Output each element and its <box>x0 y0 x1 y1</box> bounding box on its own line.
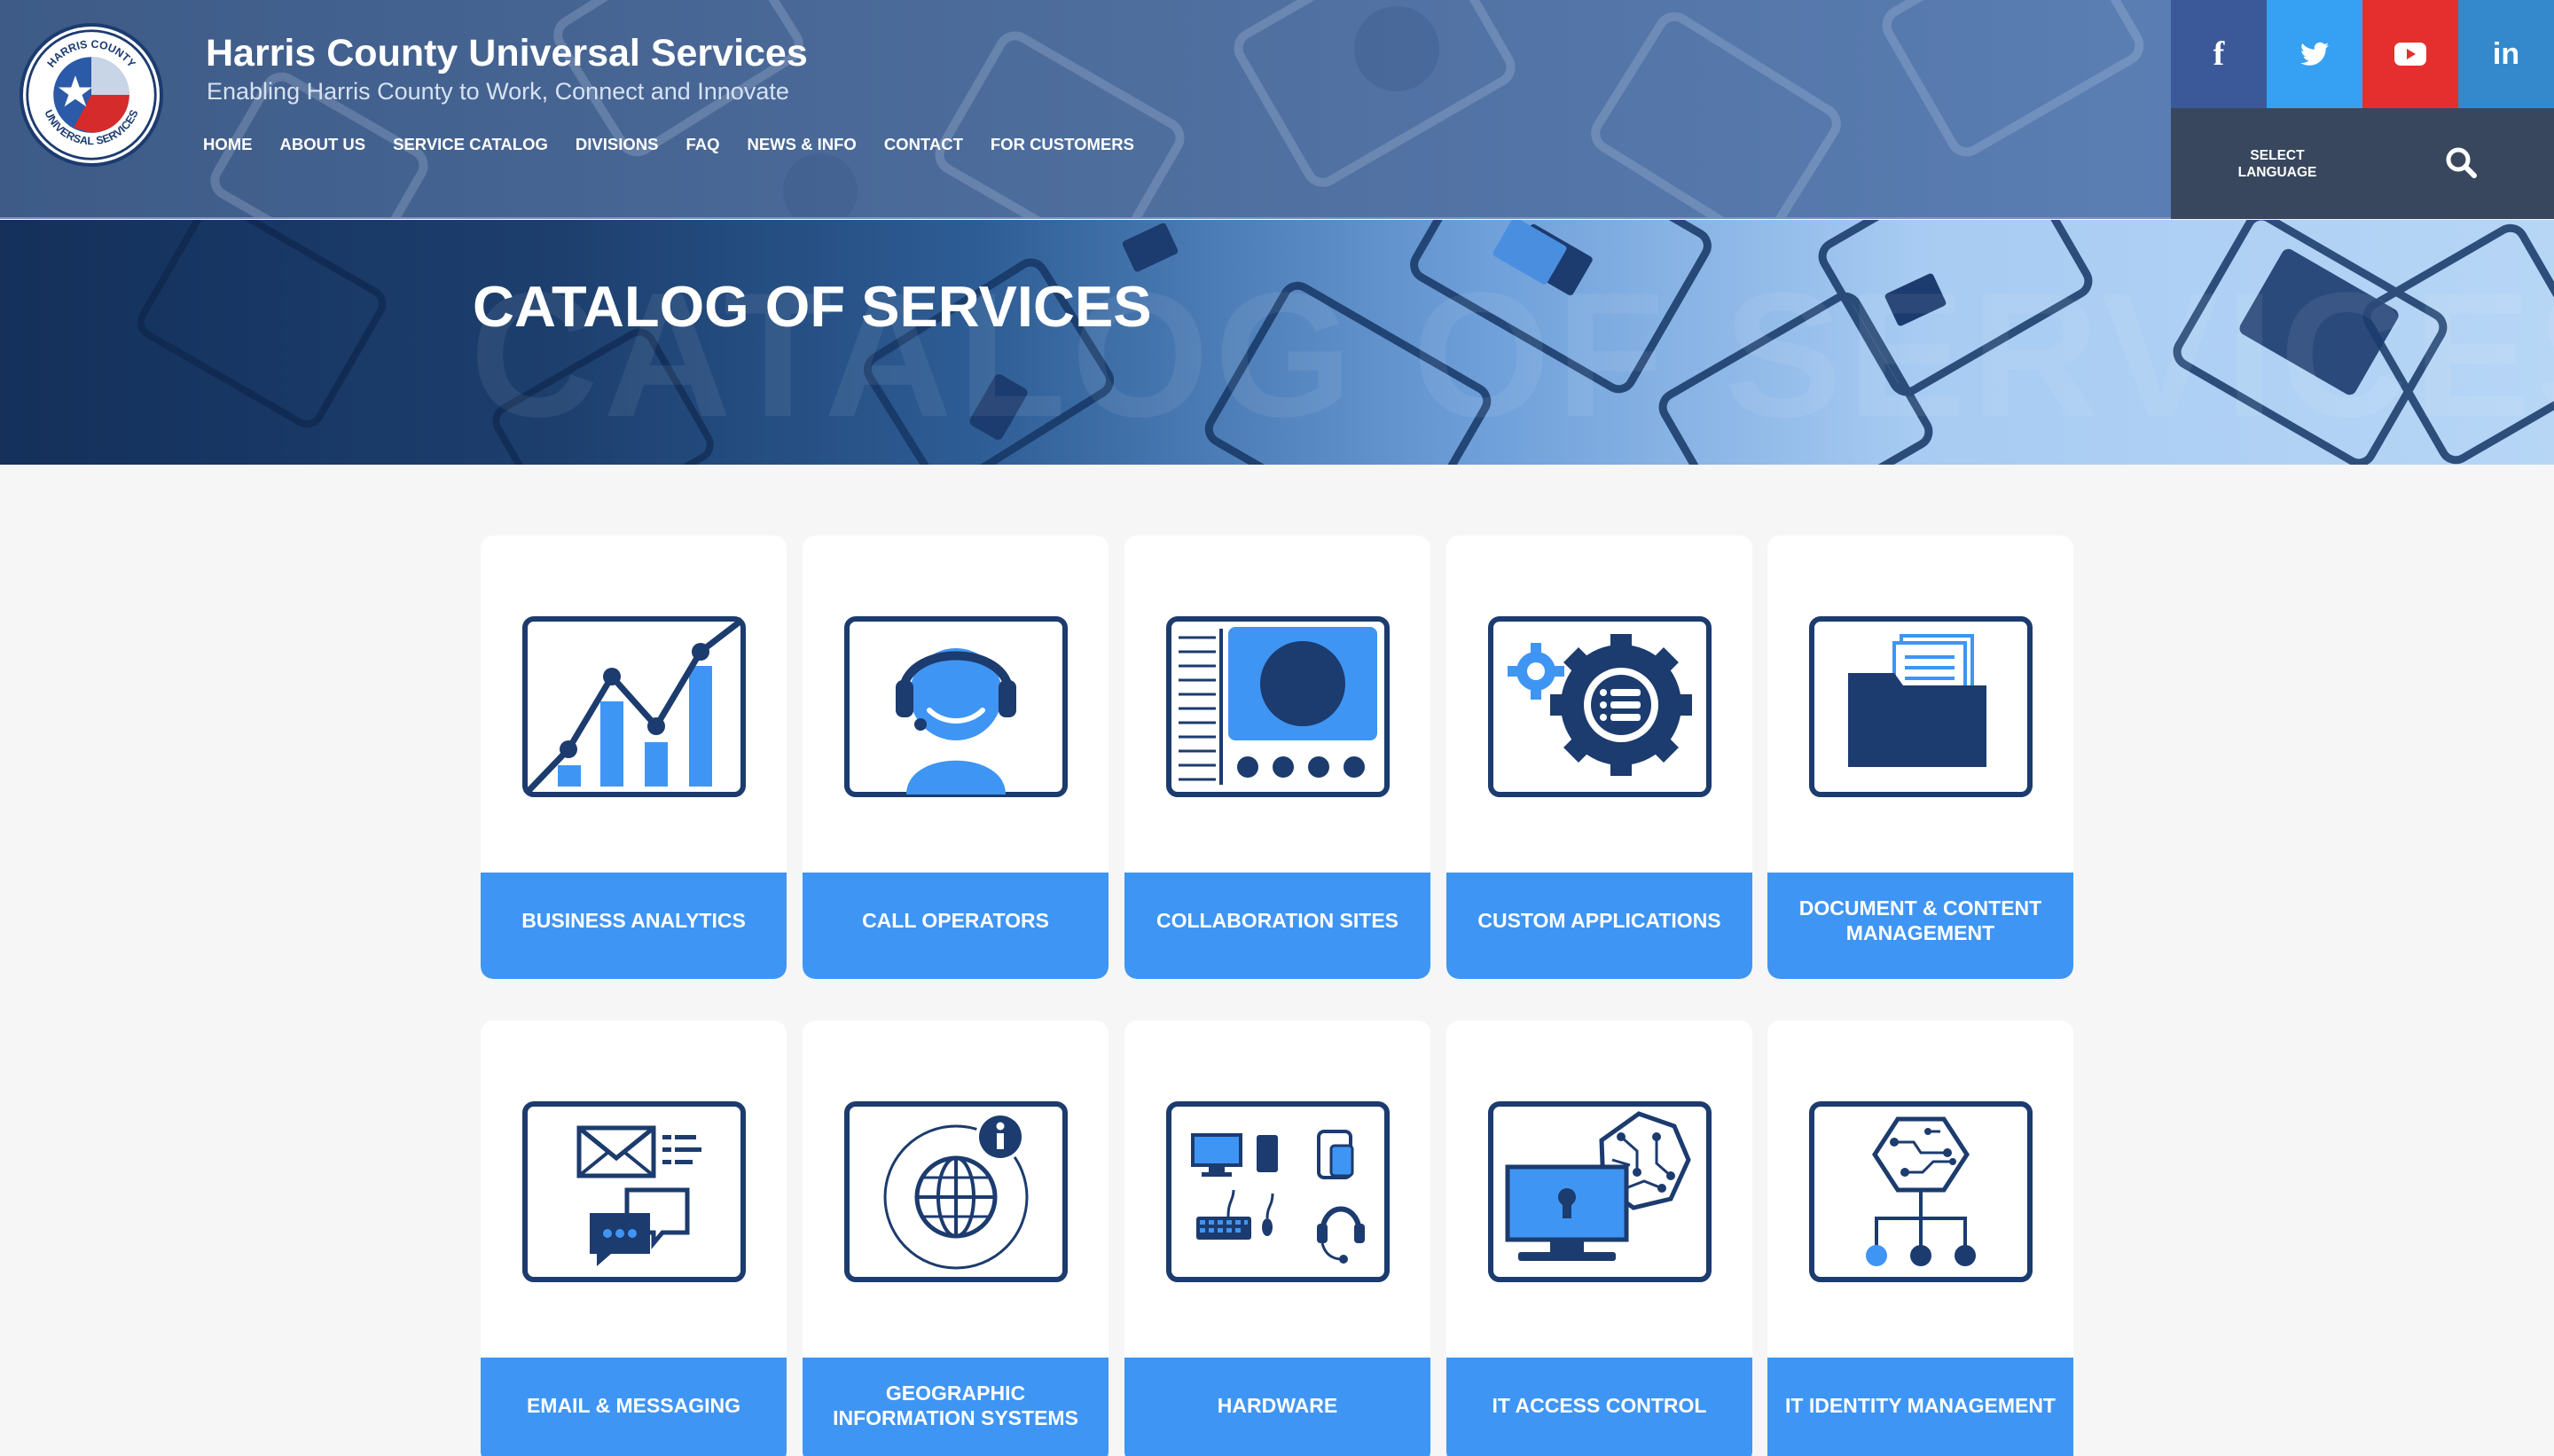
collaboration-screen-icon <box>1166 616 1390 797</box>
twitter-bird-icon <box>2300 42 2329 66</box>
service-card-it-access-control[interactable]: IT ACCESS CONTROL <box>1446 1021 1752 1456</box>
service-label: CALL OPERATORS <box>803 873 1109 979</box>
service-card-call-operators[interactable]: CALL OPERATORS <box>803 536 1109 979</box>
select-language-line1: SELECT <box>2250 148 2305 163</box>
language-bar: SELECT LANGUAGE <box>2171 108 2554 219</box>
nav-service-catalog[interactable]: SERVICE CATALOG <box>393 135 548 154</box>
linkedin-icon: in <box>2492 36 2520 71</box>
nav-for-customers[interactable]: FOR CUSTOMERS <box>991 135 1134 154</box>
headset-operator-icon <box>844 616 1068 797</box>
nav-about-us[interactable]: ABOUT US <box>280 135 366 154</box>
devices-icon <box>1166 1101 1390 1282</box>
main-nav: HOME ABOUT US SERVICE CATALOG DIVISIONS … <box>203 135 1134 154</box>
service-card-it-identity-management[interactable]: IT IDENTITY MANAGEMENT <box>1767 1021 2073 1456</box>
service-label: IT IDENTITY MANAGEMENT <box>1767 1358 2073 1456</box>
search-icon[interactable] <box>2442 144 2481 183</box>
nav-faq[interactable]: FAQ <box>686 135 719 154</box>
select-language-line2: LANGUAGE <box>2237 165 2317 180</box>
folder-documents-icon <box>1809 616 2033 797</box>
facebook-icon: f <box>2213 35 2225 73</box>
email-chat-icon <box>522 1101 746 1282</box>
service-card-geographic-information-systems[interactable]: GEOGRAPHIC INFORMATION SYSTEMS <box>803 1021 1109 1456</box>
county-logo[interactable]: HARRIS COUNTY UNIVERSAL SERVICES <box>20 23 163 167</box>
youtube-play-icon <box>2394 43 2426 66</box>
service-label: IT ACCESS CONTROL <box>1446 1358 1752 1456</box>
page-title: CATALOG OF SERVICES <box>473 274 1152 339</box>
youtube-button[interactable] <box>2362 0 2458 108</box>
service-card-email-messaging[interactable]: EMAIL & MESSAGING <box>481 1021 787 1456</box>
service-label: DOCUMENT & CONTENT MANAGEMENT <box>1767 873 2073 979</box>
county-seal-icon: HARRIS COUNTY UNIVERSAL SERVICES <box>26 29 157 160</box>
linkedin-button[interactable]: in <box>2458 0 2554 108</box>
globe-info-icon <box>844 1101 1068 1282</box>
service-label: CUSTOM APPLICATIONS <box>1446 873 1752 979</box>
service-card-document-content-management[interactable]: DOCUMENT & CONTENT MANAGEMENT <box>1767 536 2073 979</box>
select-language-button[interactable]: SELECT LANGUAGE <box>2224 147 2331 181</box>
site-title[interactable]: Harris County Universal Services <box>206 32 808 75</box>
bar-chart-icon <box>522 616 746 797</box>
hero-banner: CATALOG OF SERVICES CATALOG OF SERVICES <box>0 220 2554 465</box>
nav-home[interactable]: HOME <box>203 135 253 154</box>
network-hierarchy-icon <box>1809 1101 2033 1282</box>
site-tagline: Enabling Harris County to Work, Connect … <box>207 78 789 105</box>
twitter-button[interactable] <box>2267 0 2362 108</box>
service-label: BUSINESS ANALYTICS <box>481 873 787 979</box>
service-card-hardware[interactable]: HARDWARE <box>1124 1021 1430 1456</box>
service-label: GEOGRAPHIC INFORMATION SYSTEMS <box>803 1358 1109 1456</box>
nav-news-info[interactable]: NEWS & INFO <box>747 135 856 154</box>
service-label: HARDWARE <box>1124 1358 1430 1456</box>
facebook-button[interactable]: f <box>2171 0 2267 108</box>
service-label: EMAIL & MESSAGING <box>481 1358 787 1456</box>
nav-contact[interactable]: CONTACT <box>884 135 963 154</box>
nav-divisions[interactable]: DIVISIONS <box>576 135 659 154</box>
service-card-business-analytics[interactable]: BUSINESS ANALYTICS <box>481 536 787 979</box>
monitor-lock-icon <box>1488 1101 1712 1282</box>
service-card-collaboration-sites[interactable]: COLLABORATION SITES <box>1124 536 1430 979</box>
service-label: COLLABORATION SITES <box>1124 873 1430 979</box>
page: HARRIS COUNTY UNIVERSAL SERVICES Harris … <box>0 0 2554 1456</box>
gear-list-icon <box>1488 616 1712 797</box>
service-card-custom-applications[interactable]: CUSTOM APPLICATIONS <box>1446 536 1752 979</box>
